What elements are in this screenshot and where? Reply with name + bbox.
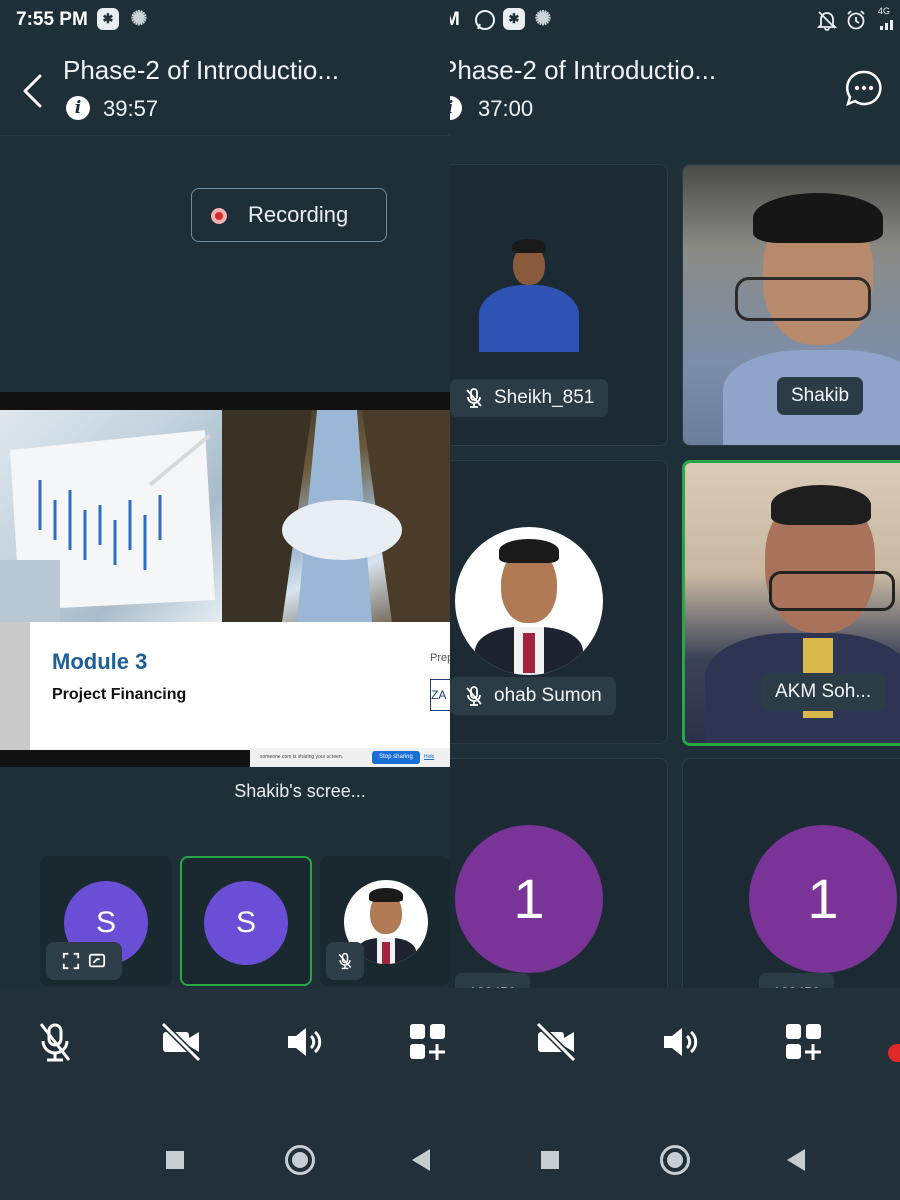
- call-controls: [450, 988, 900, 1116]
- home-icon[interactable]: [660, 1145, 690, 1175]
- meeting-timer: 39:57: [103, 96, 159, 121]
- recording-indicator[interactable]: Recording: [191, 188, 387, 242]
- pinwheel-notification-icon: ✺: [130, 8, 148, 30]
- participant-name-label: ohab Sumon: [494, 685, 602, 706]
- end-call-button-edge[interactable]: [888, 1044, 900, 1062]
- recent-apps-icon[interactable]: [541, 1151, 559, 1169]
- profile-photo: [455, 527, 603, 675]
- record-dot-icon: [211, 208, 227, 224]
- participant-name: ohab Sumon: [450, 677, 616, 715]
- right-call-screen: M ✱ ✺ 4G Phase-2 of Introductio... i 37:…: [450, 0, 900, 1200]
- participant-thumb[interactable]: [320, 856, 450, 986]
- app-notification-icon: ✱: [503, 8, 525, 30]
- meeting-timer: 37:00: [478, 96, 534, 121]
- back-icon[interactable]: [787, 1149, 805, 1171]
- call-header: Phase-2 of Introductio... i 37:00: [450, 40, 900, 135]
- hide-link[interactable]: Hide: [424, 754, 434, 760]
- participant-tile[interactable]: 1 123456: [682, 758, 900, 1020]
- meeting-title: Phase-2 of Introductio...: [63, 55, 340, 85]
- shared-screen[interactable]: Module 3 Project Financing Prep ZA someo…: [0, 392, 450, 767]
- app-notification-icon: ✱: [97, 8, 119, 30]
- participant-tile[interactable]: Sheikh_851: [450, 164, 668, 446]
- mic-off-icon[interactable]: [33, 1020, 77, 1064]
- home-icon[interactable]: [285, 1145, 315, 1175]
- status-bar: M ✱ ✺ 4G: [450, 0, 900, 40]
- participant-video-tile-active[interactable]: AKM Soh...: [682, 460, 900, 746]
- status-bar: 7:55 PM ✱ ✺: [0, 0, 450, 40]
- info-icon[interactable]: i: [450, 96, 462, 120]
- participant-tile[interactable]: ohab Sumon: [450, 460, 668, 744]
- video-off-icon[interactable]: [534, 1020, 578, 1064]
- slide-buildings-photo: [222, 410, 450, 622]
- mic-off-icon: [338, 952, 352, 970]
- status-time: 7:55 PM: [16, 9, 88, 30]
- video-off-icon[interactable]: [159, 1020, 203, 1064]
- participant-name: Shakib: [777, 377, 864, 415]
- participant-thumb[interactable]: S: [40, 856, 172, 986]
- speaker-icon[interactable]: [658, 1020, 702, 1064]
- mic-off-icon: [466, 388, 482, 408]
- apps-add-icon[interactable]: [406, 1020, 450, 1064]
- slide-chart-illustration: [0, 430, 215, 622]
- pinwheel-notification-icon: ✺: [534, 8, 552, 30]
- signal-icon: [880, 20, 893, 30]
- call-controls: [0, 988, 450, 1116]
- view-controls: [46, 942, 122, 980]
- participant-name: Sheikh_851: [450, 379, 609, 417]
- info-icon[interactable]: i: [66, 96, 90, 120]
- slide-chart-photo: [0, 410, 222, 622]
- buildings-illustration: [222, 410, 450, 622]
- left-call-screen: 7:55 PM ✱ ✺ Phase-2 of Introductio... i …: [0, 0, 450, 1200]
- share-caption-text: Shakib's scree...: [234, 781, 366, 801]
- fullscreen-icon[interactable]: [62, 952, 80, 970]
- network-type: 4G: [878, 6, 891, 16]
- avatar: 1: [749, 825, 897, 973]
- apps-add-icon[interactable]: [782, 1020, 826, 1064]
- screen-share-bar: someone.com is sharing your screen. Stop…: [250, 748, 450, 767]
- recording-label: Recording: [248, 202, 349, 227]
- participant-name-label: Shakib: [791, 385, 850, 406]
- slide-side-bar: [0, 622, 30, 750]
- switch-view-icon[interactable]: [88, 952, 106, 970]
- slide-title: Module 3: [52, 649, 148, 674]
- slide-subtitle: Project Financing: [52, 686, 187, 703]
- whatsapp-icon: [475, 10, 495, 30]
- participant-video-tile[interactable]: Shakib: [682, 164, 900, 446]
- slide-prepared-by: Prep: [430, 652, 450, 664]
- chat-icon[interactable]: [845, 69, 883, 107]
- share-bar-message: someone.com is sharing your screen.: [260, 754, 344, 760]
- call-header: Phase-2 of Introductio... i 39:57: [0, 40, 450, 136]
- speaker-icon[interactable]: [282, 1020, 326, 1064]
- slide-logo: ZA: [430, 679, 450, 711]
- avatar: 1: [455, 825, 603, 973]
- stop-sharing-button[interactable]: Stop sharing: [372, 751, 420, 764]
- participant-tile[interactable]: 1 123456: [450, 758, 668, 1020]
- notifications-off-icon: [816, 11, 838, 31]
- participant-name-label: AKM Soh...: [775, 681, 872, 702]
- alarm-icon: [847, 10, 865, 30]
- share-caption: Shakib's scree...: [0, 781, 450, 802]
- participant-name-label: Sheikh_851: [494, 387, 595, 408]
- mic-off-icon: [466, 686, 482, 706]
- back-icon[interactable]: [412, 1149, 430, 1171]
- profile-photo: [479, 237, 579, 352]
- android-nav-bar: [450, 1116, 900, 1200]
- muted-indicator: [326, 942, 364, 980]
- avatar: S: [204, 881, 288, 965]
- participant-thumb-active[interactable]: S: [180, 856, 312, 986]
- recent-apps-icon[interactable]: [166, 1151, 184, 1169]
- back-arrow-icon[interactable]: [20, 73, 44, 109]
- status-clock-cut: M: [450, 9, 460, 30]
- android-nav-bar: [0, 1116, 450, 1200]
- participant-name: AKM Soh...: [761, 673, 886, 711]
- meeting-title: Phase-2 of Introductio...: [450, 55, 717, 85]
